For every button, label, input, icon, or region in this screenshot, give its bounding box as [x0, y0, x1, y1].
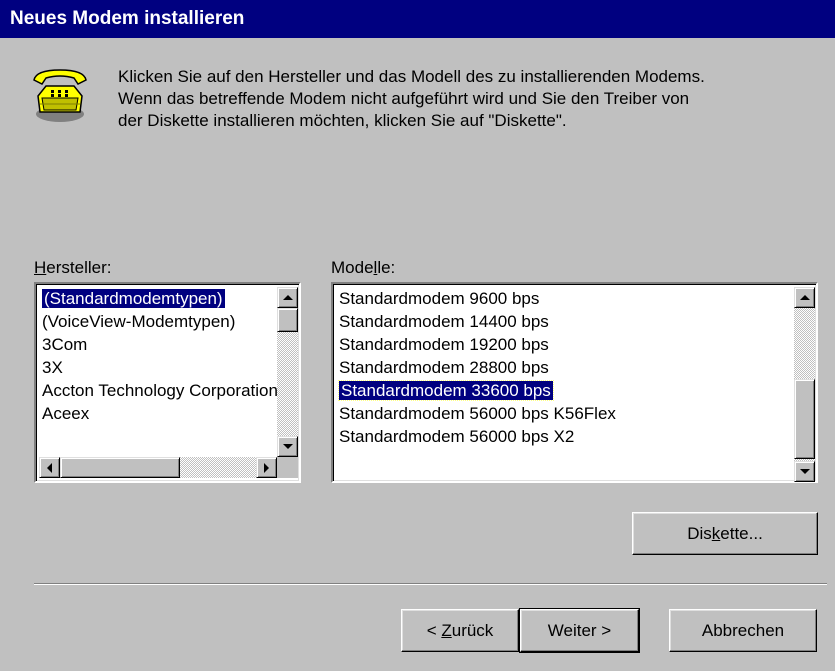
diskette-button[interactable]: Dis k ette...	[632, 512, 818, 555]
list-item[interactable]: Standardmodem 9600 bps	[336, 287, 794, 310]
instruction-line-1: Klicken Sie auf den Hersteller und das M…	[118, 67, 705, 86]
list-item[interactable]: Aceex	[39, 402, 277, 425]
list-item[interactable]: Accton Technology Corporation	[39, 379, 277, 402]
next-button[interactable]: Weiter >	[519, 608, 640, 653]
manufacturer-vertical-scrollbar[interactable]	[277, 287, 298, 457]
scroll-down-arrow-icon[interactable]	[277, 436, 298, 457]
scroll-up-arrow-icon[interactable]	[794, 287, 815, 308]
list-item[interactable]: Standardmodem 14400 bps	[336, 310, 794, 333]
scroll-left-arrow-icon[interactable]	[39, 457, 60, 478]
list-item[interactable]: 3Com	[39, 333, 277, 356]
list-item[interactable]: (Standardmodemtypen)	[39, 287, 277, 310]
instruction-line-3: der Diskette installieren möchten, klick…	[118, 111, 567, 130]
models-listbox[interactable]: Standardmodem 9600 bps Standardmodem 144…	[331, 282, 818, 483]
models-vertical-scrollbar[interactable]	[794, 287, 815, 482]
instruction-line-2: Wenn das betreffende Modem nicht aufgefü…	[118, 89, 690, 108]
list-item[interactable]: Standardmodem 28800 bps	[336, 356, 794, 379]
models-label: Modelle:	[331, 258, 396, 277]
window-title: Neues Modem installieren	[0, 0, 835, 38]
list-item[interactable]: Standardmodem 56000 bps X2	[336, 425, 794, 448]
horizontal-scroll-thumb[interactable]	[60, 457, 180, 478]
list-item[interactable]: 3X	[39, 356, 277, 379]
back-button[interactable]: < Zurück	[401, 609, 519, 652]
cancel-button[interactable]: Abbrechen	[669, 609, 817, 652]
scrollbar-corner	[277, 457, 298, 478]
scroll-right-arrow-icon[interactable]	[256, 457, 277, 478]
list-item[interactable]: Standardmodem 19200 bps	[336, 333, 794, 356]
vertical-scroll-thumb[interactable]	[794, 379, 815, 459]
vertical-scroll-thumb[interactable]	[277, 308, 298, 332]
list-item[interactable]: (VoiceView-Modemtypen)	[39, 310, 277, 333]
manufacturer-listbox[interactable]: (Standardmodemtypen) (VoiceView-Modemtyp…	[34, 282, 301, 483]
manufacturer-label: Hersteller:	[34, 258, 112, 277]
manufacturer-horizontal-scrollbar[interactable]	[39, 457, 277, 478]
list-item[interactable]: Standardmodem 33600 bps	[336, 379, 794, 402]
list-item[interactable]: Standardmodem 56000 bps K56Flex	[336, 402, 794, 425]
scroll-up-arrow-icon[interactable]	[277, 287, 298, 308]
scroll-down-arrow-icon[interactable]	[794, 461, 815, 482]
instruction-text: Klicken Sie auf den Hersteller und das M…	[118, 66, 828, 132]
telephone-icon	[33, 69, 87, 122]
